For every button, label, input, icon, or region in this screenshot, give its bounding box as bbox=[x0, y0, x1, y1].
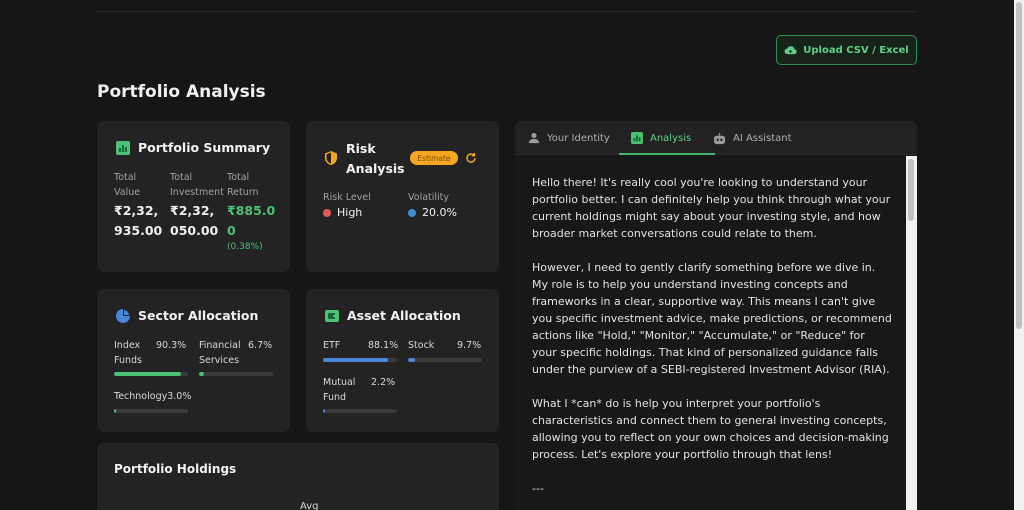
risk-level-value: High bbox=[323, 206, 362, 219]
page-scrollbar-thumb[interactable] bbox=[1016, 2, 1022, 329]
asset-bar-fill bbox=[323, 409, 325, 413]
risk-level-label: Risk Level bbox=[323, 192, 371, 203]
wallet-icon bbox=[325, 309, 339, 322]
portfolio-holdings-title: Portfolio Holdings bbox=[114, 462, 237, 476]
volatility-label: Volatility bbox=[408, 192, 450, 203]
page-scrollbar[interactable] bbox=[1014, 0, 1024, 510]
sector-bar bbox=[199, 372, 273, 376]
total-investment-label: Total Investment bbox=[170, 172, 224, 198]
volatility-value: 20.0% bbox=[408, 206, 457, 219]
total-return: ₹885.0 0 bbox=[227, 203, 276, 238]
asset-bar bbox=[323, 409, 397, 413]
asset-label: Stock bbox=[408, 340, 435, 351]
asset-percent: 9.7% bbox=[457, 340, 482, 351]
sector-bar-fill bbox=[199, 372, 204, 376]
asset-bar-fill bbox=[408, 358, 416, 362]
sector-percent: 6.7% bbox=[248, 340, 273, 351]
total-return-label: Total Return bbox=[227, 172, 259, 198]
top-divider bbox=[97, 11, 916, 12]
asset-bar-fill bbox=[323, 358, 389, 362]
total-value-label: Total Value bbox=[114, 172, 141, 198]
refresh-icon[interactable] bbox=[465, 152, 477, 164]
asset-percent: 88.1% bbox=[368, 340, 399, 351]
upload-label: Upload CSV / Excel bbox=[803, 44, 909, 56]
user-icon bbox=[528, 132, 540, 144]
sector-label: Financial Services bbox=[199, 340, 241, 366]
asset-percent: 2.2% bbox=[371, 377, 396, 388]
total-investment: ₹2,32, 050.00 bbox=[170, 203, 219, 238]
chat-paragraph: --- bbox=[532, 482, 544, 495]
sector-bar-fill bbox=[114, 409, 117, 413]
shield-icon bbox=[325, 151, 337, 165]
sector-percent: 90.3% bbox=[156, 340, 187, 351]
sector-bar bbox=[114, 372, 188, 376]
chat-paragraph: However, I need to gently clarify someth… bbox=[532, 261, 892, 376]
total-return-percent: (0.38%) bbox=[227, 242, 263, 252]
sector-bar-fill bbox=[114, 372, 181, 376]
asset-allocation-title: Asset Allocation bbox=[325, 308, 461, 323]
asset-bar bbox=[408, 358, 482, 362]
cloud-upload-icon bbox=[784, 45, 797, 54]
risk-dot bbox=[323, 209, 331, 217]
estimate-badge: Estimate bbox=[410, 151, 458, 165]
asset-bar bbox=[323, 358, 397, 362]
active-tab-indicator bbox=[619, 153, 715, 155]
portfolio-holdings-card bbox=[97, 443, 499, 510]
chat-paragraph: Hello there! It's really cool you're loo… bbox=[532, 176, 891, 240]
tab-your-identity[interactable]: Your Identity bbox=[528, 121, 610, 155]
total-value: ₹2,32, 935.00 bbox=[114, 203, 163, 238]
page-title: Portfolio Analysis bbox=[97, 82, 266, 102]
pie-chart-icon bbox=[116, 308, 130, 323]
robot-icon bbox=[713, 132, 726, 144]
sector-percent: 3.0% bbox=[167, 391, 192, 402]
risk-analysis-title: Risk Analysis bbox=[346, 141, 405, 176]
asset-label: Mutual Fund bbox=[323, 377, 356, 403]
asset-label: ETF bbox=[323, 340, 341, 351]
tab-bar: Your Identity Analysis AI Assistant bbox=[515, 121, 917, 155]
volatility-dot bbox=[408, 209, 416, 217]
chat-scrollbar[interactable] bbox=[906, 156, 917, 510]
sector-bar bbox=[114, 409, 188, 413]
sector-label: Index Funds bbox=[114, 340, 142, 366]
tab-analysis[interactable]: Analysis bbox=[631, 121, 691, 155]
holdings-column-header: Avg bbox=[300, 501, 319, 510]
upload-csv-button[interactable]: Upload CSV / Excel bbox=[776, 35, 917, 65]
bar-chart-icon bbox=[116, 140, 130, 155]
chat-message: Hello there! It's really cool you're loo… bbox=[532, 174, 892, 510]
sector-allocation-title: Sector Allocation bbox=[116, 308, 258, 323]
chat-paragraph: What I *can* do is help you interpret yo… bbox=[532, 397, 889, 461]
assistant-panel: Your Identity Analysis AI Assistant Hell… bbox=[515, 121, 917, 510]
tab-ai-assistant[interactable]: AI Assistant bbox=[713, 121, 792, 155]
sector-label: Technology3.0% bbox=[114, 391, 192, 402]
chat-scrollbar-thumb[interactable] bbox=[908, 159, 914, 221]
chart-icon bbox=[631, 132, 643, 144]
portfolio-summary-title: Portfolio Summary bbox=[116, 140, 270, 155]
